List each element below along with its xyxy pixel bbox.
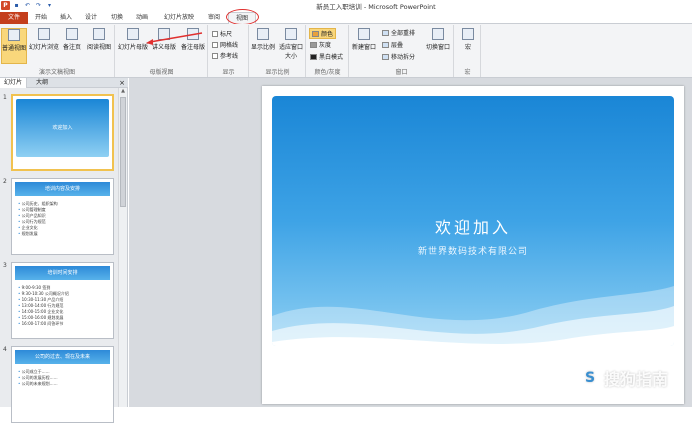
ribbon-tabs: 文件 开始 插入 设计 切换 动画 幻灯片放映 审阅 视图 — [0, 12, 692, 25]
tab-slideshow[interactable]: 幻灯片放映 — [158, 12, 200, 24]
window-title: 新员工入职培训 - Microsoft PowerPoint — [316, 3, 436, 11]
slide-number: 1 — [3, 94, 7, 101]
group-label: 母版视图 — [149, 69, 174, 76]
group-macros: 宏 宏 — [455, 25, 481, 77]
zoom-button[interactable]: 显示比例 — [251, 28, 275, 51]
watermark: S 搜狗指南 — [578, 366, 668, 390]
magnifier-icon — [257, 28, 269, 40]
cascade-button[interactable]: 层叠 — [382, 40, 403, 49]
group-color-grayscale: 颜色 灰度 黑白模式 颜色/灰度 — [307, 25, 349, 77]
sogou-logo-icon: S — [578, 367, 601, 389]
tab-review[interactable]: 审阅 — [203, 12, 225, 24]
macro-icon — [462, 28, 474, 40]
tab-insert[interactable]: 插入 — [55, 12, 77, 24]
thumb-title: 公司的过去、现在及未来 — [15, 350, 110, 364]
tab-transitions[interactable]: 切换 — [106, 12, 128, 24]
slide-editing-area: 欢迎加入 新世界数码技术有限公司 S 搜狗指南 zhinan.sogou.com — [129, 78, 692, 407]
group-label: 演示文稿视图 — [38, 69, 75, 76]
slide-sorter-icon — [38, 28, 50, 40]
group-label: 宏 — [464, 69, 471, 76]
normal-view-button[interactable]: 普通视图 — [1, 28, 27, 64]
slide-master-icon — [127, 28, 139, 40]
slide-title[interactable]: 欢迎加入 — [272, 214, 674, 238]
ribbon: 普通视图 幻灯片浏览 备注页 阅读视图 演示文稿视图 幻灯片母版 讲义母版 备注… — [0, 24, 692, 78]
notes-page-button[interactable]: 备注页 — [60, 28, 84, 51]
slides-pane: 幻灯片 大纲 × 1 欢迎加入 2 培训内容及安排 公司历史、组织架构 公司管理… — [0, 78, 128, 423]
pane-tabs: 幻灯片 大纲 × — [0, 78, 128, 88]
group-label: 显示比例 — [265, 69, 290, 76]
switch-windows-button[interactable]: 切换窗口 — [424, 28, 452, 51]
tab-outline[interactable]: 大纲 — [32, 78, 52, 88]
watermark-url: zhinan.sogou.com — [575, 393, 648, 402]
group-label: 颜色/灰度 — [314, 69, 341, 76]
group-label: 窗口 — [395, 69, 408, 76]
reading-view-icon — [93, 28, 105, 40]
switch-windows-icon — [432, 28, 444, 40]
red-arrow-annotation — [146, 32, 203, 45]
reading-view-button[interactable]: 阅读视图 — [85, 28, 113, 51]
slide-number: 2 — [3, 178, 7, 185]
tab-file[interactable]: 文件 — [0, 12, 28, 24]
tab-slides[interactable]: 幻灯片 — [0, 78, 28, 88]
close-icon[interactable]: × — [119, 78, 125, 88]
normal-view-icon — [8, 29, 20, 41]
title-bar: P ▪ ↶ ↷ ▾ 新员工入职培训 - Microsoft PowerPoint — [0, 0, 692, 12]
new-window-button[interactable]: 新建窗口 — [351, 28, 377, 51]
black-white-option[interactable]: 黑白模式 — [310, 52, 343, 61]
slide-background: 欢迎加入 新世界数码技术有限公司 — [272, 96, 674, 346]
macros-button[interactable]: 宏 — [458, 28, 478, 51]
color-option[interactable]: 颜色 — [309, 28, 337, 39]
grayscale-option[interactable]: 灰度 — [310, 40, 331, 49]
fit-window-icon — [285, 28, 297, 40]
scroll-up-icon[interactable]: ▲ — [119, 88, 127, 96]
tab-design[interactable]: 设计 — [80, 12, 102, 24]
slides-scrollbar[interactable]: ▲ — [118, 88, 127, 407]
thumb-title: 欢迎加入 — [52, 125, 73, 131]
thumb-title: 培训内容及安排 — [15, 182, 110, 196]
slide-sorter-button[interactable]: 幻灯片浏览 — [28, 28, 60, 51]
group-window: 新建窗口 全部重排 层叠 移动拆分 切换窗口 窗口 — [350, 25, 454, 77]
new-window-icon — [358, 28, 370, 40]
group-label: 显示 — [222, 69, 235, 76]
thumb-title: 培训时间安排 — [15, 266, 110, 280]
slide-number: 4 — [3, 346, 7, 353]
guides-checkbox[interactable]: 参考线 — [212, 51, 238, 60]
scrollbar-thumb[interactable] — [120, 97, 126, 207]
group-presentation-views: 普通视图 幻灯片浏览 备注页 阅读视图 演示文稿视图 — [0, 25, 115, 77]
slide-number: 3 — [3, 262, 7, 269]
tab-home[interactable]: 开始 — [30, 12, 52, 24]
ruler-checkbox[interactable]: 标尺 — [212, 29, 232, 38]
arrange-all-button[interactable]: 全部重排 — [382, 28, 415, 37]
notes-page-icon — [66, 28, 78, 40]
current-slide[interactable]: 欢迎加入 新世界数码技术有限公司 S 搜狗指南 zhinan.sogou.com — [262, 86, 684, 404]
group-zoom: 显示比例 适应窗口大小 显示比例 — [250, 25, 306, 77]
annotation-circle — [226, 9, 259, 25]
group-show: 标尺 网格线 参考线 显示 — [209, 25, 249, 77]
slide-subtitle[interactable]: 新世界数码技术有限公司 — [272, 244, 674, 257]
wave-decoration — [272, 286, 674, 346]
gridlines-checkbox[interactable]: 网格线 — [212, 40, 238, 49]
fit-to-window-button[interactable]: 适应窗口大小 — [278, 28, 304, 60]
move-split-button[interactable]: 移动拆分 — [382, 52, 415, 61]
tab-animations[interactable]: 动画 — [131, 12, 153, 24]
group-master-views: 幻灯片母版 讲义母版 备注母版 母版视图 — [116, 25, 208, 77]
